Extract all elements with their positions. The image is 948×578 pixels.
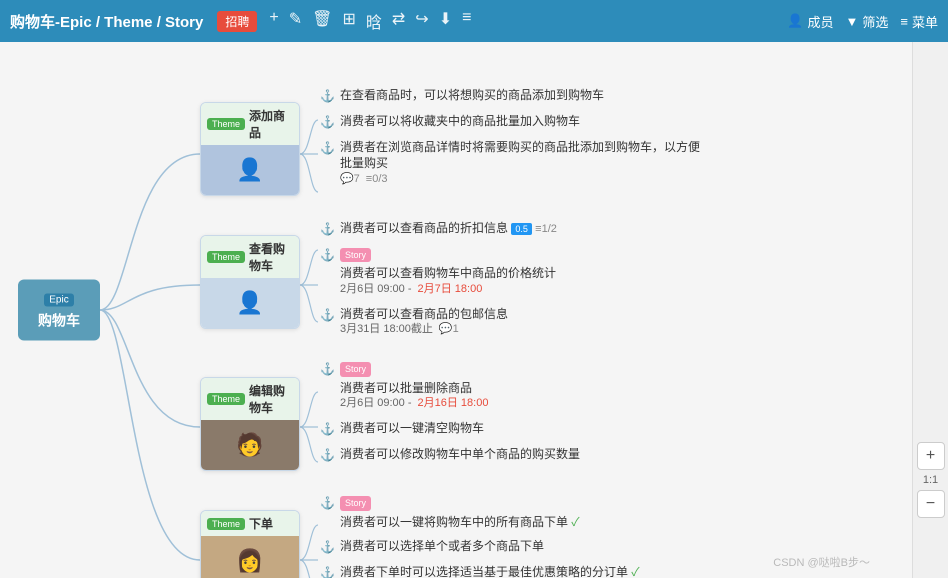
filter-icon: ▼ (846, 14, 859, 29)
header-right: 👤 成员 ▼ 筛选 ≡ 菜单 (787, 12, 938, 31)
theme-header-3: Theme 编辑购物车 (201, 378, 299, 420)
zoom-ratio-label: 1:1 (923, 474, 938, 486)
toolbar: + ✎ 🗑 ⊞ 晗 ⇄ ↪ ⬇ ≡ (269, 9, 471, 33)
app-header: 购物车-Epic / Theme / Story 招聘 + ✎ 🗑 ⊞ 晗 ⇄ … (0, 0, 948, 42)
filter-button[interactable]: ▼ 筛选 (846, 12, 889, 31)
comment-icon: 💬1 (439, 322, 459, 337)
story-item[interactable]: ⚓ Story 消费者可以批量删除商品 2月6日 09:00 - 2月16日 1… (320, 360, 580, 412)
main-area: Epic 购物车 Theme 添加商品 👤 Theme 查看购物车 👤 Them… (0, 42, 948, 578)
theme-title-4: 下单 (249, 515, 273, 532)
story-item[interactable]: ⚓ 消费者可以将收藏夹中的商品批量加入购物车 (320, 113, 700, 131)
task-count: ≡0/3 (366, 172, 388, 187)
theme-badge-3: Theme (207, 393, 245, 405)
task-count: ≡1/2 (535, 223, 557, 235)
theme-avatar-3: 🧑 (201, 420, 299, 470)
theme-node-1[interactable]: Theme 添加商品 👤 (200, 102, 300, 196)
story-item[interactable]: ⚓ Story 消费者可以查看购物车中商品的价格统计 2月6日 09:00 - … (320, 246, 557, 298)
anchor-icon: ⚓ (320, 447, 335, 464)
zoom-controls: + 1:1 − (912, 42, 948, 578)
anchor-icon: ⚓ (320, 307, 335, 324)
anchor-icon: ⚓ (320, 495, 335, 512)
minus-icon: − (926, 495, 935, 513)
menu-lines-icon[interactable]: ≡ (462, 9, 471, 33)
download-icon[interactable]: ⬇ (439, 9, 452, 33)
epic-name: 购物车 (24, 311, 94, 331)
anchor-icon: ⚓ (320, 140, 335, 157)
theme-node-2[interactable]: Theme 查看购物车 👤 (200, 235, 300, 329)
mindmap-canvas[interactable]: Epic 购物车 Theme 添加商品 👤 Theme 查看购物车 👤 Them… (0, 42, 912, 578)
story-group-2: ⚓ 消费者可以查看商品的折扣信息 0.5 ≡1/2 ⚓ Story 消费者可以查… (320, 220, 557, 346)
theme-header-4: Theme 下单 (201, 511, 299, 536)
theme-node-3[interactable]: Theme 编辑购物车 🧑 (200, 377, 300, 471)
zoom-in-button[interactable]: + (917, 442, 945, 470)
theme-avatar-4: 👩 (201, 536, 299, 578)
members-button[interactable]: 👤 成员 (787, 12, 833, 31)
anchor-icon: ⚓ (320, 221, 335, 238)
anchor-icon: ⚓ (320, 114, 335, 131)
hamburger-icon: ≡ (900, 14, 908, 29)
breadcrumb-title: 购物车-Epic / Theme / Story (10, 11, 203, 32)
story-badge: Story (340, 362, 371, 377)
theme-avatar-2: 👤 (201, 278, 299, 328)
theme-badge-2: Theme (207, 251, 245, 263)
version-badge: 0.5 (511, 223, 532, 235)
date-end: 2月7日 18:00 (418, 282, 483, 297)
theme-header-1: Theme 添加商品 (201, 103, 299, 145)
story-group-4: ⚓ Story 消费者可以一键将购物车中的所有商品下单 ✓ ⚓ 消费者可以选择单… (320, 494, 640, 578)
anchor-icon: ⚓ (320, 88, 335, 105)
epic-node[interactable]: Epic 购物车 (18, 280, 100, 341)
zoom-out-button[interactable]: − (917, 490, 945, 518)
deadline: 3月31日 18:00截止 (340, 322, 433, 337)
theme-badge-1: Theme (207, 118, 245, 130)
person-icon: 👤 (787, 13, 803, 29)
check-icon: ✓ (631, 565, 639, 578)
story-item[interactable]: ⚓ 消费者可以查看商品的折扣信息 0.5 ≡1/2 (320, 220, 557, 238)
add-icon[interactable]: + (269, 9, 278, 33)
anchor-icon: ⚓ (320, 421, 335, 438)
story-item[interactable]: ⚓ 消费者下单时可以选择适当基于最佳优惠策略的分订单 ✓ (320, 564, 640, 578)
view-icon[interactable]: 晗 (366, 9, 382, 33)
edit-icon[interactable]: ✎ (289, 9, 302, 33)
anchor-icon: ⚓ (320, 361, 335, 378)
story-item[interactable]: ⚓ Story 消费者可以一键将购物车中的所有商品下单 ✓ (320, 494, 640, 530)
date-start: 2月6日 09:00 - (340, 396, 412, 411)
recruit-button[interactable]: 招聘 (217, 11, 257, 32)
story-group-1: ⚓ 在查看商品时，可以将想购买的商品添加到购物车 ⚓ 消费者可以将收藏夹中的商品… (320, 87, 700, 196)
grid-icon[interactable]: ⊞ (342, 9, 355, 33)
anchor-icon: ⚓ (320, 539, 335, 556)
plus-icon: + (926, 447, 935, 465)
story-item[interactable]: ⚓ 消费者在浏览商品详情时将需要购买的商品批添加到购物车，以方便批量购买 💬7 … (320, 139, 700, 188)
story-item[interactable]: ⚓ 消费者可以修改购物车中单个商品的购买数量 (320, 446, 580, 464)
story-badge: Story (340, 248, 371, 263)
story-item[interactable]: ⚓ 消费者可以查看商品的包邮信息 3月31日 18:00截止 💬1 (320, 306, 557, 338)
story-group-3: ⚓ Story 消费者可以批量删除商品 2月6日 09:00 - 2月16日 1… (320, 360, 580, 471)
share-icon[interactable]: ↪ (415, 9, 428, 33)
check-icon: ✓ (571, 515, 579, 529)
story-item[interactable]: ⚓ 消费者可以选择单个或者多个商品下单 (320, 538, 640, 556)
theme-avatar-1: 👤 (201, 145, 299, 195)
main-menu-button[interactable]: ≡ 菜单 (900, 12, 938, 31)
swap-icon[interactable]: ⇄ (392, 9, 405, 33)
theme-node-4[interactable]: Theme 下单 👩 (200, 510, 300, 578)
theme-title-3: 编辑购物车 (249, 382, 293, 416)
story-item[interactable]: ⚓ 消费者可以一键清空购物车 (320, 420, 580, 438)
delete-icon[interactable]: 🗑 (312, 9, 332, 33)
anchor-icon: ⚓ (320, 247, 335, 264)
theme-badge-4: Theme (207, 518, 245, 530)
comment-icon: 💬7 (340, 172, 360, 187)
theme-header-2: Theme 查看购物车 (201, 236, 299, 278)
story-badge: Story (340, 496, 371, 511)
date-end: 2月16日 18:00 (418, 396, 489, 411)
watermark: CSDN @哒啦B步～ (773, 554, 870, 570)
date-start: 2月6日 09:00 - (340, 282, 412, 297)
anchor-icon: ⚓ (320, 565, 335, 578)
theme-title-1: 添加商品 (249, 107, 293, 141)
epic-badge: Epic (44, 294, 73, 307)
story-item[interactable]: ⚓ 在查看商品时，可以将想购买的商品添加到购物车 (320, 87, 700, 105)
theme-title-2: 查看购物车 (249, 240, 293, 274)
